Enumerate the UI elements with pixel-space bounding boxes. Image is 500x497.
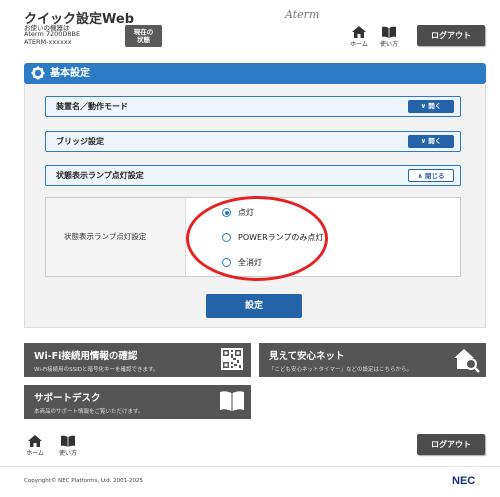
howto-button[interactable]: 使い方: [378, 25, 400, 48]
section-label: ブリッジ設定: [56, 137, 104, 146]
copyright: Copyright© NEC Platforms, Ltd. 2001-2025: [24, 478, 144, 484]
howto-label: 使い方: [58, 450, 77, 457]
device-model: Aterm 7200D8BE: [24, 30, 81, 38]
aterm-logo: Aterm: [285, 8, 320, 21]
footer-home-button[interactable]: ホーム: [24, 434, 46, 457]
home-label: ホーム: [350, 41, 368, 48]
device-ssid: ATERM-xxxxxx: [24, 38, 72, 46]
section-label: 状態表示ランプ点灯設定: [56, 171, 144, 180]
status-button-line-1: 現在の: [133, 28, 154, 36]
book-icon: [220, 391, 244, 411]
highlight-circle: [186, 196, 328, 281]
howto-label: 使い方: [379, 41, 398, 48]
footer-howto-button[interactable]: 使い方: [57, 434, 79, 457]
section-device-name[interactable]: 装置名／動作モード ∨ 開く: [45, 96, 461, 117]
lamp-setting-label: 状態表示ランプ点灯設定: [46, 198, 186, 276]
support-desk-tile[interactable]: サポートデスク 本商品のサポート情報をご覧いただけます。: [24, 385, 251, 419]
tile-title: Wi-Fi接続用情報の確認: [34, 351, 138, 362]
status-button-line-2: 状態: [137, 36, 150, 44]
main-title: 基本設定: [50, 68, 90, 79]
tile-description: 「こども安心ネットタイマー」などの設定はこちらから。: [269, 367, 413, 373]
wifi-info-tile[interactable]: Wi-Fi接続用情報の確認 Wi-Fi接続用のSSIDと暗号化キーを確認できます…: [24, 343, 251, 377]
logout-button[interactable]: ログアウト: [417, 25, 485, 46]
safety-net-tile[interactable]: 見えて安心ネット 「こども安心ネットタイマー」などの設定はこちらから。: [259, 343, 486, 377]
section-bridge[interactable]: ブリッジ設定 ∨ 開く: [45, 131, 461, 152]
footer-logout-button[interactable]: ログアウト: [417, 434, 485, 455]
tile-description: 本商品のサポート情報をご覧いただけます。: [34, 409, 144, 415]
current-status-button[interactable]: 現在の 状態: [125, 25, 162, 47]
tile-description: Wi-Fi接続用のSSIDと暗号化キーを確認できます。: [34, 367, 159, 373]
apply-button[interactable]: 設定: [206, 294, 302, 318]
collapse-button[interactable]: ∧ 閉じる: [408, 169, 454, 182]
book-icon: [61, 435, 75, 447]
book-icon: [382, 26, 396, 38]
tile-title: サポートデスク: [34, 393, 101, 404]
main-title-bar: 基本設定: [24, 63, 486, 84]
gear-icon: [31, 66, 45, 80]
home-icon: [352, 26, 366, 38]
nec-logo: NEC: [452, 475, 476, 487]
home-search-icon: [454, 349, 480, 373]
home-icon: [28, 435, 42, 447]
footer-divider: [0, 466, 500, 467]
home-label: ホーム: [26, 450, 44, 457]
qr-code-icon: [221, 348, 243, 370]
expand-button[interactable]: ∨ 開く: [408, 100, 454, 113]
section-label: 装置名／動作モード: [56, 102, 128, 111]
home-button[interactable]: ホーム: [348, 25, 370, 48]
tile-title: 見えて安心ネット: [269, 351, 345, 362]
section-lamp[interactable]: 状態表示ランプ点灯設定 ∧ 閉じる: [45, 165, 461, 186]
expand-button[interactable]: ∨ 開く: [408, 135, 454, 148]
